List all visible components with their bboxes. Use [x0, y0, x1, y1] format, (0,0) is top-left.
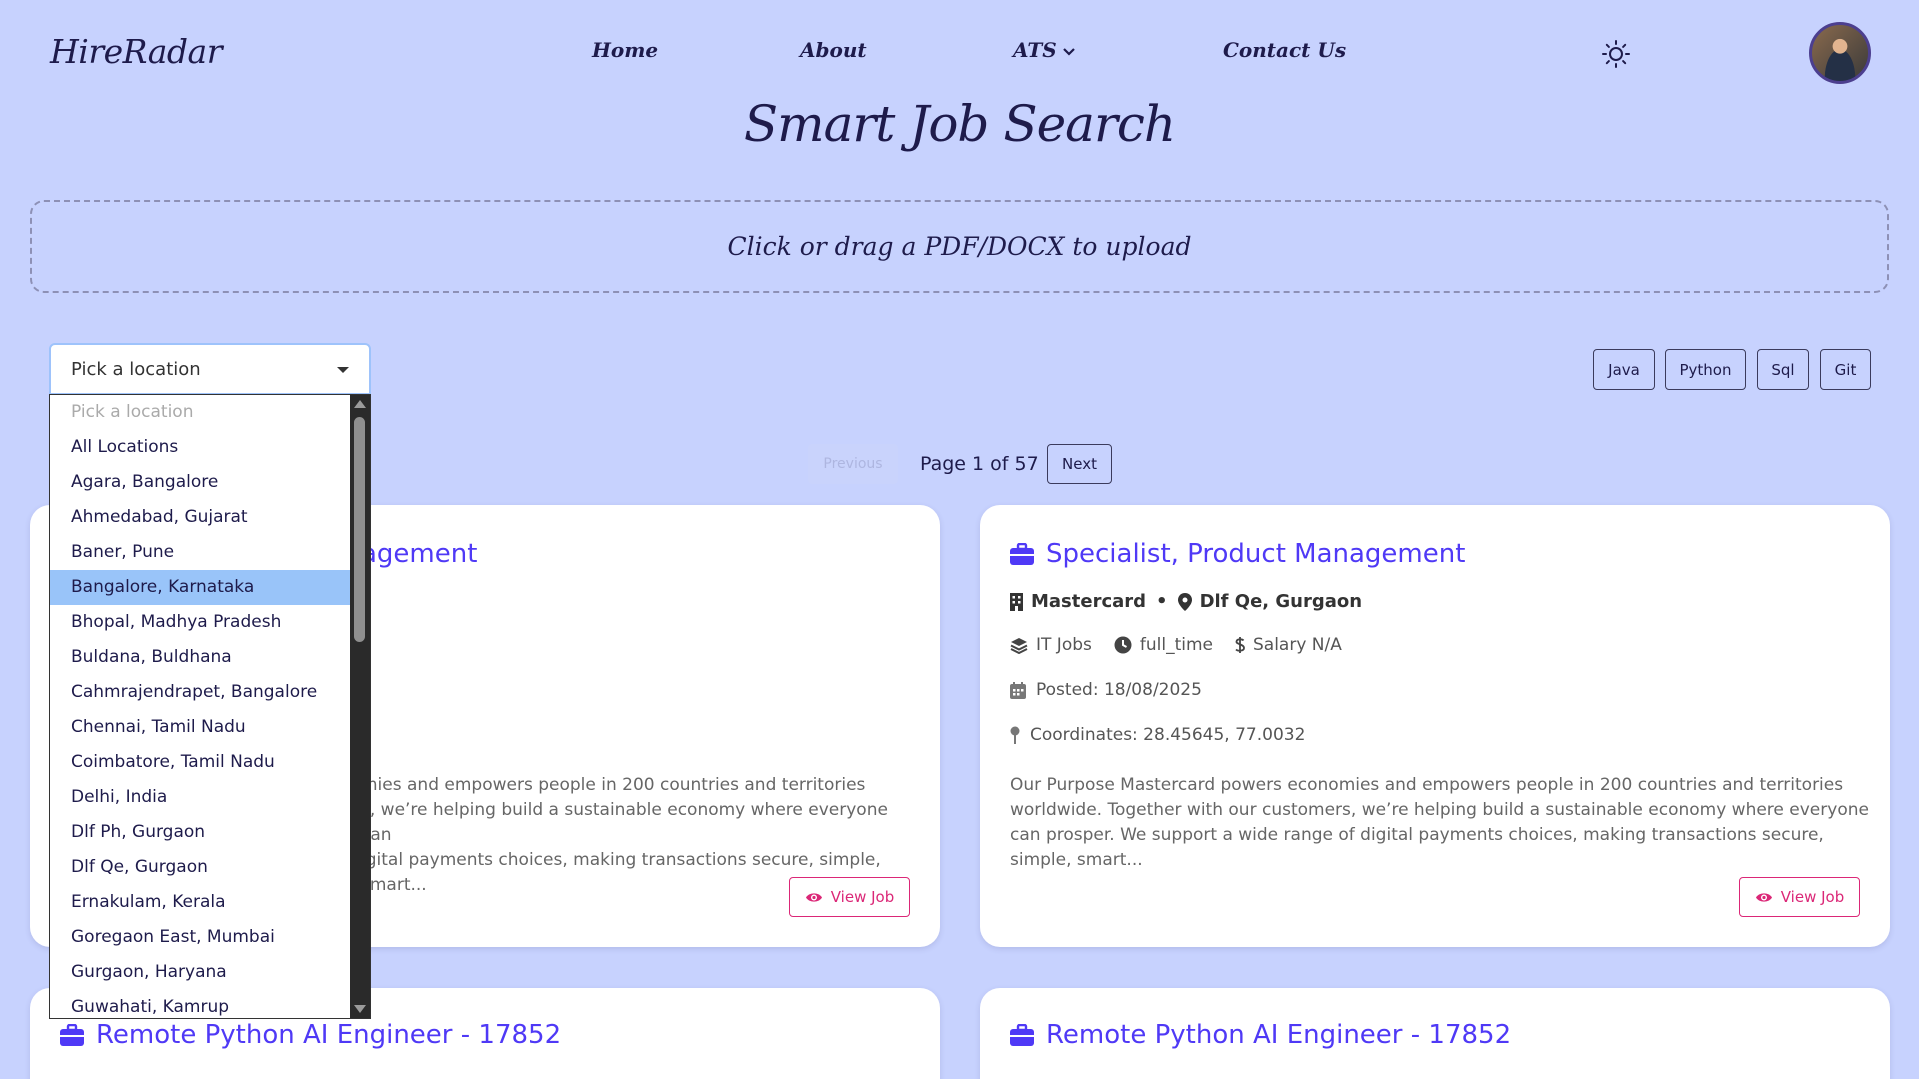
- map-pin-icon: [1177, 592, 1192, 611]
- caret-down-icon: [337, 367, 349, 373]
- map-marker-icon: [1010, 726, 1020, 744]
- location-option[interactable]: Buldana, Buldhana: [50, 640, 351, 675]
- scroll-down-arrow-icon[interactable]: [354, 1005, 366, 1013]
- location-option[interactable]: Chennai, Tamil Nadu: [50, 710, 351, 745]
- scroll-up-arrow-icon[interactable]: [354, 400, 366, 408]
- skill-chip-java[interactable]: Java: [1593, 349, 1655, 390]
- job-tags: IT Jobs full_time Salary N/A: [1010, 635, 1342, 655]
- location-option[interactable]: Baner, Pune: [50, 535, 351, 570]
- location-option[interactable]: Agara, Bangalore: [50, 465, 351, 500]
- nav-contact[interactable]: Contact Us: [1223, 38, 1346, 62]
- location-option-highlighted[interactable]: Bangalore, Karnataka: [50, 570, 351, 605]
- briefcase-icon: [1010, 543, 1034, 565]
- job-title-text: Specialist, Product Management: [1046, 539, 1466, 569]
- chevron-down-icon: [1062, 47, 1075, 56]
- building-icon: [1010, 592, 1023, 611]
- location-option[interactable]: Goregaon East, Mumbai: [50, 920, 351, 955]
- calendar-icon: [1010, 681, 1026, 699]
- resume-upload-dropzone[interactable]: Click or drag a PDF/DOCX to upload: [30, 200, 1889, 293]
- skill-chip-sql[interactable]: Sql: [1757, 349, 1809, 390]
- location-option[interactable]: Dlf Qe, Gurgaon: [50, 850, 351, 885]
- next-button[interactable]: Next: [1047, 444, 1112, 484]
- layers-icon: [1010, 637, 1028, 654]
- job-salary: Salary N/A: [1253, 635, 1342, 655]
- job-title[interactable]: Remote Python AI Engineer - 17852: [1010, 1020, 1511, 1050]
- sun-icon[interactable]: [1601, 39, 1631, 69]
- location-option[interactable]: Pick a location: [50, 395, 351, 430]
- view-job-label: View Job: [830, 888, 895, 906]
- coordinates-text: Coordinates: 28.45645, 77.0032: [1030, 725, 1306, 745]
- location-option[interactable]: Ernakulam, Kerala: [50, 885, 351, 920]
- nav-home[interactable]: Home: [592, 38, 658, 62]
- app-logo[interactable]: HireRadar: [50, 32, 223, 71]
- nav-about[interactable]: About: [800, 38, 867, 62]
- view-job-label: View Job: [1780, 888, 1845, 906]
- briefcase-icon: [1010, 1024, 1034, 1046]
- upload-label: Click or drag a PDF/DOCX to upload: [727, 232, 1192, 261]
- location-option[interactable]: Guwahati, Kamrup: [50, 990, 351, 1018]
- eye-icon: [1755, 892, 1772, 902]
- clock-icon: [1114, 636, 1132, 654]
- briefcase-icon: [60, 1024, 84, 1046]
- nav-ats-dropdown[interactable]: ATS: [1013, 38, 1075, 62]
- location-option[interactable]: Dlf Ph, Gurgaon: [50, 815, 351, 850]
- page-title: Smart Job Search: [743, 95, 1176, 153]
- job-title-text: Remote Python AI Engineer - 17852: [96, 1020, 562, 1050]
- job-posted: Posted: 18/08/2025: [1010, 680, 1202, 700]
- dropdown-scrollbar[interactable]: [350, 395, 370, 1018]
- job-title[interactable]: agement: [361, 539, 477, 569]
- view-job-button[interactable]: View Job: [1739, 877, 1860, 917]
- job-category: IT Jobs: [1036, 635, 1092, 655]
- page-indicator: Page 1 of 57: [920, 453, 1039, 475]
- job-title[interactable]: Specialist, Product Management: [1010, 539, 1465, 569]
- location-option[interactable]: Bhopal, Madhya Pradesh: [50, 605, 351, 640]
- view-job-button[interactable]: View Job: [789, 877, 910, 917]
- posted-date: Posted: 18/08/2025: [1036, 680, 1202, 700]
- location-option[interactable]: Delhi, India: [50, 780, 351, 815]
- scrollbar-thumb[interactable]: [354, 417, 365, 642]
- location-option[interactable]: Ahmedabad, Gujarat: [50, 500, 351, 535]
- job-title[interactable]: Remote Python AI Engineer - 17852: [60, 1020, 561, 1050]
- job-company-location: Mastercard • Dlf Qe, Gurgaon: [1010, 591, 1362, 612]
- eye-icon: [805, 892, 822, 902]
- job-card: Specialist, Product Management Mastercar…: [980, 505, 1890, 947]
- job-coordinates: Coordinates: 28.45645, 77.0032: [1010, 725, 1305, 745]
- dollar-icon: [1235, 637, 1245, 653]
- previous-button[interactable]: Previous: [808, 444, 898, 484]
- location-option[interactable]: Coimbatore, Tamil Nadu: [50, 745, 351, 780]
- user-avatar[interactable]: [1809, 22, 1871, 84]
- nav-ats-label: ATS: [1013, 38, 1057, 62]
- skill-chip-git[interactable]: Git: [1820, 349, 1871, 390]
- job-type: full_time: [1139, 635, 1213, 655]
- location-option[interactable]: Cahmrajendrapet, Bangalore: [50, 675, 351, 710]
- location-select[interactable]: Pick a location: [49, 343, 371, 395]
- location-dropdown-list[interactable]: Pick a location All Locations Agara, Ban…: [49, 394, 371, 1019]
- location-option[interactable]: All Locations: [50, 430, 351, 465]
- job-title-text: Remote Python AI Engineer - 17852: [1046, 1020, 1512, 1050]
- location-select-value: Pick a location: [71, 358, 201, 380]
- job-card: Remote Python AI Engineer - 17852: [980, 988, 1890, 1079]
- skill-chip-python[interactable]: Python: [1665, 349, 1746, 390]
- company-name: Mastercard: [1031, 591, 1147, 612]
- meta-separator: •: [1156, 591, 1168, 612]
- job-location: Dlf Qe, Gurgaon: [1199, 591, 1363, 612]
- location-option[interactable]: Gurgaon, Haryana: [50, 955, 351, 990]
- job-description: Our Purpose Mastercard powers economies …: [1010, 775, 1869, 870]
